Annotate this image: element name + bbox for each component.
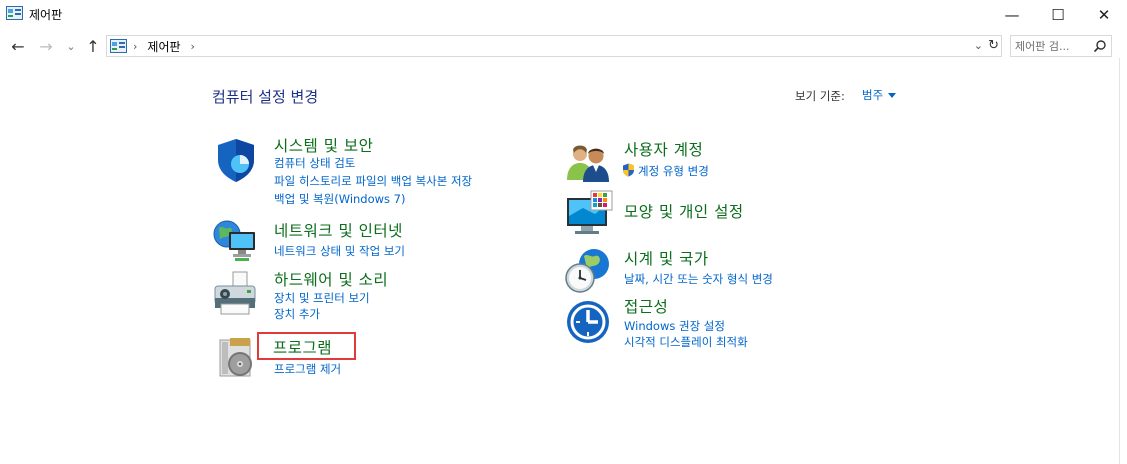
control-panel-icon — [6, 6, 23, 20]
category-hardware-sound[interactable]: 하드웨어 및 소리 — [274, 268, 388, 290]
control-panel-icon — [110, 39, 127, 53]
breadcrumb-separator[interactable]: › — [133, 40, 137, 53]
maximize-button[interactable]: ☐ — [1035, 0, 1081, 30]
category-appearance-personalization[interactable]: 모양 및 개인 설정 — [624, 200, 744, 222]
accessibility-icon[interactable] — [566, 300, 610, 344]
up-button[interactable]: ↑ — [83, 36, 103, 56]
search-input[interactable] — [1015, 38, 1091, 54]
monitor-palette-icon[interactable] — [565, 190, 613, 238]
window-title: 제어판 — [29, 8, 63, 22]
link-network-status-tasks[interactable]: 네트워크 상태 및 작업 보기 — [274, 243, 405, 259]
printer-icon[interactable] — [211, 270, 259, 318]
category-network-internet[interactable]: 네트워크 및 인터넷 — [274, 219, 403, 241]
recent-locations-button[interactable]: ⌄ — [64, 36, 78, 56]
window-edge — [1119, 58, 1120, 464]
minimize-button[interactable]: — — [989, 0, 1035, 30]
search-icon[interactable] — [1093, 39, 1107, 53]
link-backup-restore[interactable]: 백업 및 복원(Windows 7) — [274, 191, 406, 207]
uac-shield-icon — [623, 163, 634, 177]
link-windows-recommended-settings[interactable]: Windows 권장 설정 — [624, 318, 725, 334]
category-programs[interactable]: 프로그램 — [273, 336, 332, 358]
address-bar[interactable]: › 제어판 › ⌄ ↻ — [106, 35, 1002, 57]
back-button[interactable]: ← — [8, 36, 28, 56]
close-button[interactable]: ✕ — [1081, 0, 1127, 30]
clock-globe-icon[interactable] — [564, 246, 612, 294]
page-title: 컴퓨터 설정 변경 — [212, 88, 319, 106]
link-uninstall-program[interactable]: 프로그램 제거 — [274, 361, 341, 377]
view-by-dropdown[interactable]: 범주 — [862, 87, 897, 103]
breadcrumb-separator[interactable]: › — [191, 40, 195, 53]
globe-network-icon[interactable] — [211, 216, 259, 264]
link-change-date-time-format[interactable]: 날짜, 시간 또는 숫자 형식 변경 — [624, 271, 773, 287]
shield-icon[interactable] — [212, 136, 260, 184]
category-ease-of-access[interactable]: 접근성 — [624, 295, 668, 317]
breadcrumb-control-panel[interactable]: 제어판 — [147, 38, 180, 55]
title-bar: 제어판 — ☐ ✕ — [0, 0, 1127, 32]
refresh-button[interactable]: ↻ — [988, 38, 999, 53]
category-user-accounts[interactable]: 사용자 계정 — [624, 138, 703, 160]
programs-disc-icon[interactable] — [218, 336, 258, 380]
dropdown-arrow-icon[interactable] — [888, 92, 897, 98]
view-by-label: 보기 기준: — [795, 89, 845, 103]
link-add-device[interactable]: 장치 추가 — [274, 306, 320, 322]
forward-button[interactable]: → — [36, 36, 56, 56]
address-dropdown-button[interactable]: ⌄ — [974, 39, 983, 52]
link-change-account-type[interactable]: 계정 유형 변경 — [638, 163, 709, 179]
search-box[interactable] — [1010, 35, 1112, 57]
link-review-computer-status[interactable]: 컴퓨터 상태 검토 — [274, 155, 355, 171]
link-devices-printers[interactable]: 장치 및 프린터 보기 — [274, 290, 370, 306]
link-optimize-visual-display[interactable]: 시각적 디스플레이 최적화 — [624, 334, 748, 350]
users-icon[interactable] — [564, 138, 612, 186]
view-by-value[interactable]: 범주 — [862, 87, 883, 103]
category-clock-region[interactable]: 시계 및 국가 — [624, 247, 709, 269]
link-file-history-backup[interactable]: 파일 히스토리로 파일의 백업 복사본 저장 — [274, 173, 472, 189]
category-system-security[interactable]: 시스템 및 보안 — [274, 134, 373, 156]
